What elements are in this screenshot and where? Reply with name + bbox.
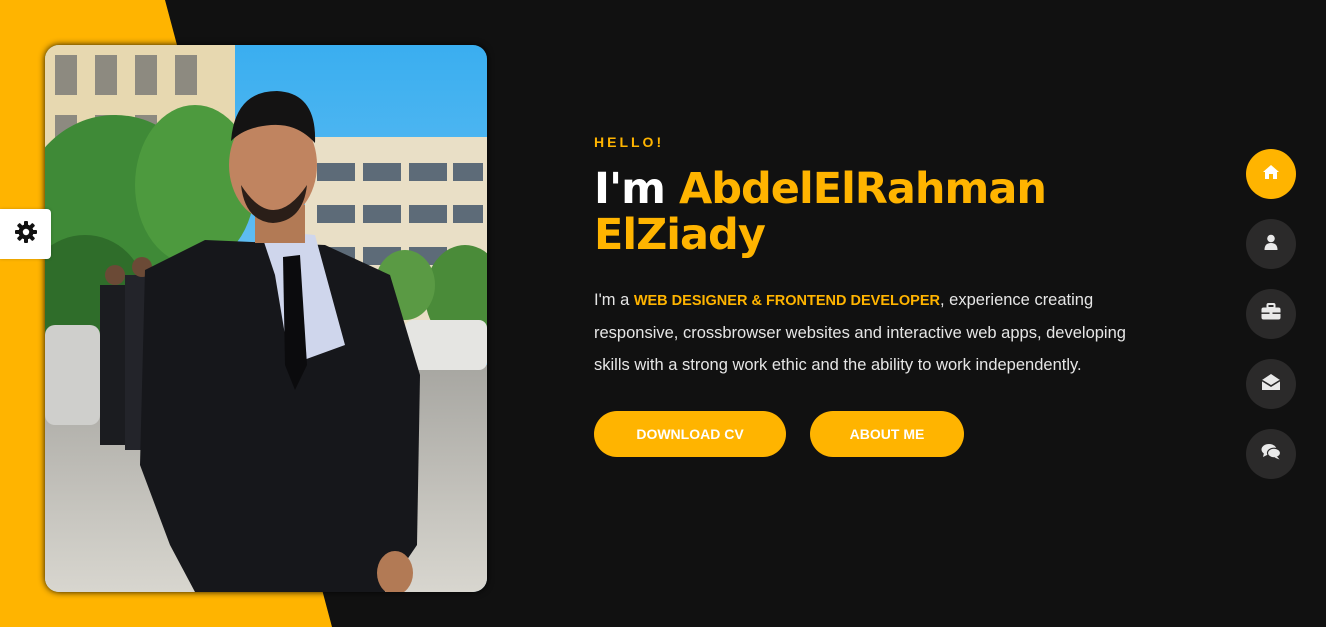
profile-photo [45,45,487,592]
hero-intro: I'm a WEB DESIGNER & FRONTEND DEVELOPER,… [594,284,1154,381]
side-navigation [1246,149,1296,479]
about-me-button[interactable]: ABOUT ME [810,411,964,457]
nav-home-button[interactable] [1246,149,1296,199]
home-icon [1262,164,1280,185]
download-cv-button[interactable]: DOWNLOAD CV [594,411,786,457]
settings-toggle-button[interactable] [0,209,51,259]
envelope-open-icon [1261,373,1281,396]
user-icon [1264,234,1278,255]
home-page: HELLO! I'm AbdelElRahman ElZiady I'm a W… [0,0,1326,627]
hero-title: I'm AbdelElRahman ElZiady [594,166,1174,258]
gear-icon [14,220,38,249]
greeting-label: HELLO! [594,134,665,150]
hero-content: HELLO! I'm AbdelElRahman ElZiady I'm a W… [594,130,1174,457]
hero-buttons: DOWNLOAD CV ABOUT ME [594,411,1174,457]
title-prefix: I'm [594,164,679,214]
intro-prefix: I'm a [594,291,634,309]
comments-icon [1261,443,1282,465]
nav-contact-button[interactable] [1246,359,1296,409]
nav-about-button[interactable] [1246,219,1296,269]
nav-blog-button[interactable] [1246,429,1296,479]
role-highlight: WEB DESIGNER & FRONTEND DEVELOPER [633,293,940,309]
nav-portfolio-button[interactable] [1246,289,1296,339]
briefcase-icon [1261,303,1281,325]
